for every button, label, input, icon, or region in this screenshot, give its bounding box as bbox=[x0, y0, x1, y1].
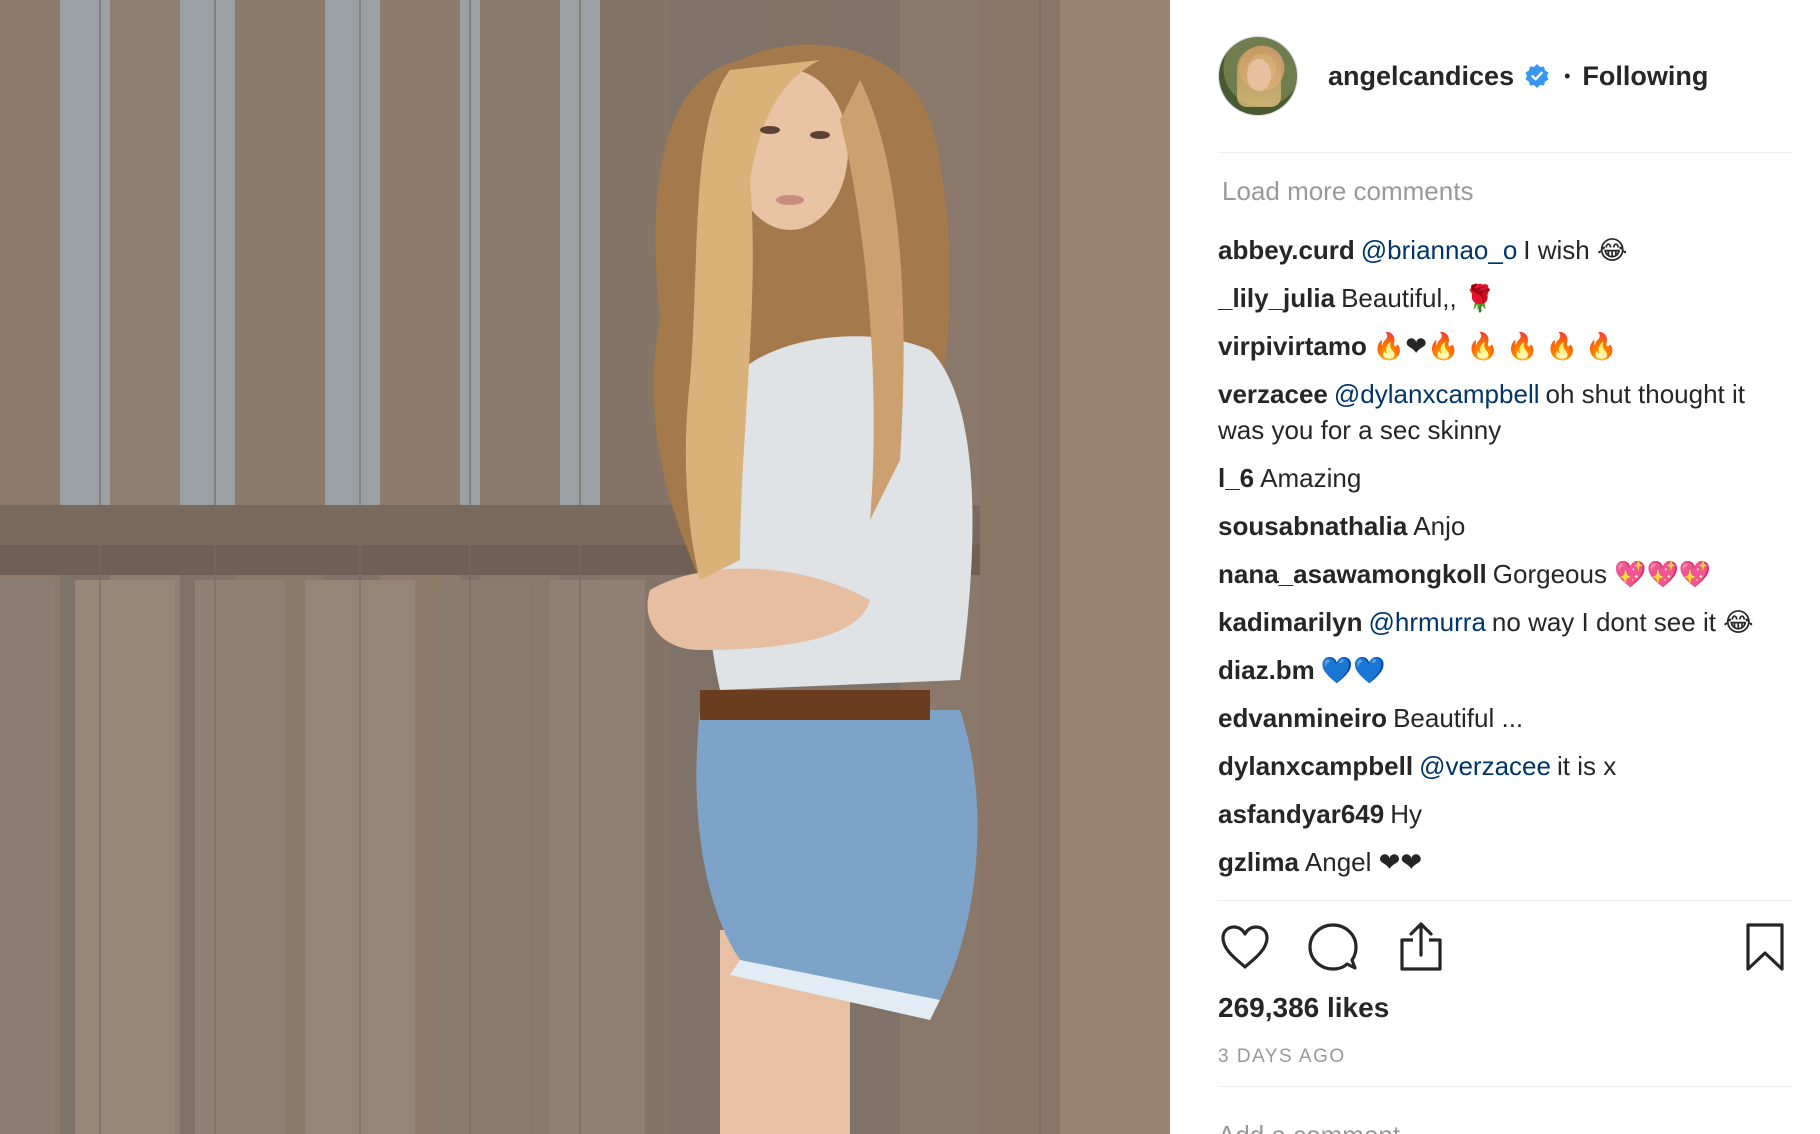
comment-text: Angel ❤❤ bbox=[1304, 847, 1423, 877]
comment-username-link[interactable]: verzacee bbox=[1218, 379, 1328, 409]
action-bar bbox=[1218, 920, 1792, 976]
comments-section[interactable]: Load more comments abbey.curd @briannao_o… bbox=[1218, 154, 1792, 900]
following-button[interactable]: Following bbox=[1582, 61, 1708, 92]
comment-username-link[interactable]: asfandyar649 bbox=[1218, 799, 1384, 829]
verified-badge-icon bbox=[1524, 63, 1550, 89]
comment-username-link[interactable]: virpivirtamo bbox=[1218, 331, 1367, 361]
comment-text: Hy bbox=[1390, 799, 1423, 829]
comments-divider bbox=[1218, 900, 1792, 901]
comment-list: abbey.curd @briannao_o I wish 😂 _lily_julia… bbox=[1218, 232, 1792, 892]
comment-text: Beautiful,, 🌹 bbox=[1341, 283, 1497, 313]
comment-item: dylanxcampbell @verzacee it is x bbox=[1218, 748, 1792, 784]
comment-item: edvanmineiro Beautiful ... bbox=[1218, 700, 1792, 736]
comment-item: kadimarilyn @hrmurra no way I dont see it … bbox=[1218, 604, 1792, 640]
comment-text: no way I dont see it 😂 bbox=[1491, 607, 1754, 637]
username-link[interactable]: angelcandices bbox=[1328, 61, 1514, 92]
add-comment-input[interactable]: Add a comment... bbox=[1218, 1120, 1422, 1134]
comment-item: virpivirtamo 🔥❤🔥 🔥 🔥 🔥 🔥 bbox=[1218, 328, 1792, 364]
post-image bbox=[0, 0, 1170, 1134]
post-timestamp[interactable]: 3 DAYS AGO bbox=[1218, 1046, 1346, 1068]
comment-item: sousabnathalia Anjo bbox=[1218, 508, 1792, 544]
comment-text: Amazing bbox=[1260, 463, 1362, 493]
comment-username-link[interactable]: _lily_julia bbox=[1218, 283, 1335, 313]
like-count[interactable]: 269,386 likes bbox=[1218, 992, 1389, 1024]
comment-username-link[interactable]: abbey.curd bbox=[1218, 235, 1355, 265]
comment-bubble-icon bbox=[1308, 923, 1358, 971]
share-button[interactable] bbox=[1394, 920, 1448, 974]
comment-item: abbey.curd @briannao_o I wish 😂 bbox=[1218, 232, 1792, 268]
comment-item: asfandyar649 Hy bbox=[1218, 796, 1792, 832]
comment-username-link[interactable]: kadimarilyn bbox=[1218, 607, 1363, 637]
post-details-panel: angelcandices • Following Load more comm… bbox=[1170, 0, 1820, 1134]
comment-item: nana_asawamongkoll Gorgeous 💖💖💖 bbox=[1218, 556, 1792, 592]
comment-username-link[interactable]: gzlima bbox=[1218, 847, 1299, 877]
comment-text: 🔥❤🔥 🔥 🔥 🔥 🔥 bbox=[1372, 331, 1618, 361]
comment-mention-link[interactable]: @dylanxcampbell bbox=[1334, 379, 1540, 409]
comment-username-link[interactable]: l_6 bbox=[1218, 463, 1254, 493]
comment-item: verzacee @dylanxcampbell oh shut thought i… bbox=[1218, 376, 1792, 448]
save-button[interactable] bbox=[1738, 920, 1792, 974]
comment-item: gzlima Angel ❤❤ bbox=[1218, 844, 1792, 880]
comment-text: Beautiful ... bbox=[1393, 703, 1524, 733]
comment-mention-link[interactable]: @briannao_o bbox=[1361, 235, 1518, 265]
comment-username-link[interactable]: sousabnathalia bbox=[1218, 511, 1407, 541]
comment-username-link[interactable]: diaz.bm bbox=[1218, 655, 1315, 685]
comment-mention-link[interactable]: @hrmurra bbox=[1369, 607, 1486, 637]
comment-text: it is x bbox=[1556, 751, 1617, 781]
comment-text: 💙💙 bbox=[1320, 655, 1386, 685]
comment-item: _lily_julia Beautiful,, 🌹 bbox=[1218, 280, 1792, 316]
comment-username-link[interactable]: dylanxcampbell bbox=[1218, 751, 1413, 781]
comment-text: Anjo bbox=[1413, 511, 1466, 541]
load-more-comments-button[interactable]: Load more comments bbox=[1222, 176, 1473, 207]
comment-username-link[interactable]: nana_asawamongkoll bbox=[1218, 559, 1487, 589]
comment-item: diaz.bm 💙💙 bbox=[1218, 652, 1792, 688]
comment-text: Gorgeous 💖💖💖 bbox=[1492, 559, 1712, 589]
add-comment-divider bbox=[1218, 1086, 1792, 1087]
post-header: angelcandices • Following bbox=[1218, 36, 1708, 116]
comment-username-link[interactable]: edvanmineiro bbox=[1218, 703, 1387, 733]
header-divider bbox=[1218, 152, 1792, 153]
heart-icon bbox=[1221, 925, 1269, 969]
comment-text: I wish 😂 bbox=[1523, 235, 1628, 265]
post-photo[interactable] bbox=[0, 0, 1170, 1134]
separator-dot: • bbox=[1564, 65, 1571, 86]
comment-mention-link[interactable]: @verzacee bbox=[1419, 751, 1551, 781]
comment-button[interactable] bbox=[1306, 920, 1360, 974]
bookmark-icon bbox=[1746, 923, 1784, 971]
like-button[interactable] bbox=[1218, 920, 1272, 974]
avatar[interactable] bbox=[1218, 36, 1298, 116]
share-icon bbox=[1400, 922, 1442, 971]
comment-item: l_6 Amazing bbox=[1218, 460, 1792, 496]
